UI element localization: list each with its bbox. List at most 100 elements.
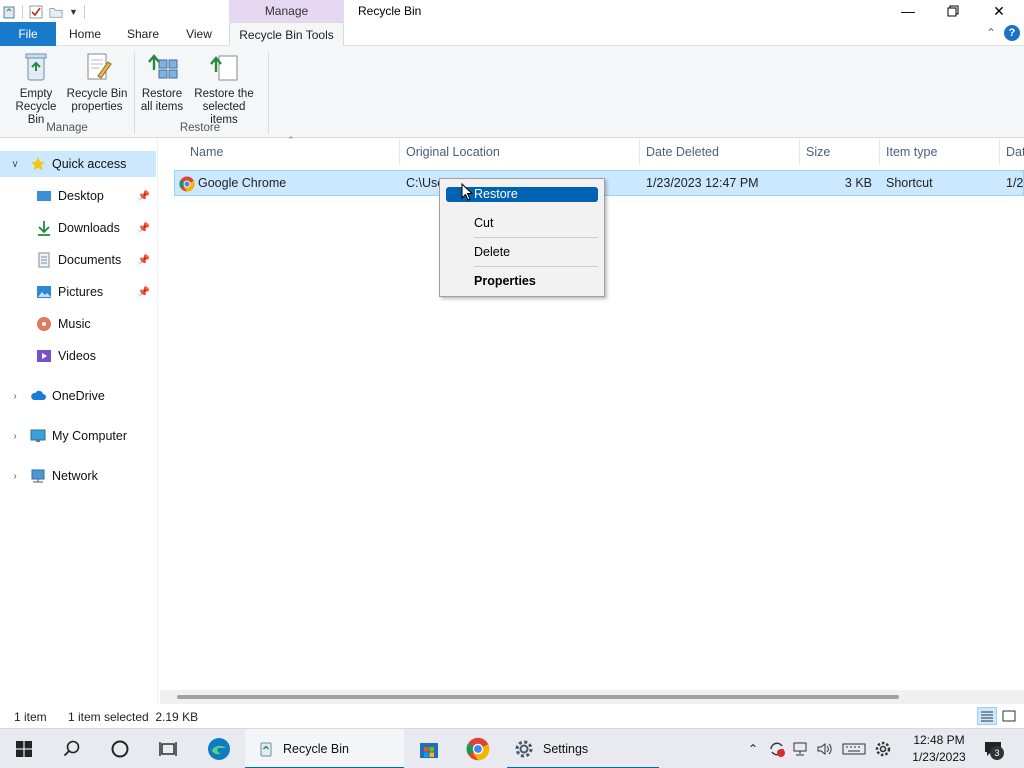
pin-icon[interactable]: 📌	[138, 191, 150, 202]
settings-taskbar-button[interactable]: Settings	[507, 729, 659, 768]
nav-label: Quick access	[52, 157, 127, 171]
pin-icon[interactable]: 📌	[138, 287, 150, 298]
empty-recycle-bin-label-1: Empty	[19, 88, 53, 100]
chrome-icon	[179, 176, 195, 192]
download-arrow-icon	[38, 221, 50, 236]
menu-divider	[474, 237, 598, 238]
edge-icon	[208, 738, 230, 760]
restore-all-label-1: Restore	[141, 88, 183, 100]
file-date-extra: 1/2	[1006, 176, 1024, 190]
sync-error-icon[interactable]	[768, 740, 786, 758]
show-hidden-icons-chevron-icon[interactable]: ⌃	[748, 742, 758, 756]
quick-access-toolbar: ▼	[2, 3, 85, 21]
recycle-bin-properties-button[interactable]: Recycle Bin properties	[66, 50, 128, 114]
settings-tray-gear-icon[interactable]	[874, 740, 892, 758]
tab-file[interactable]: File	[0, 22, 56, 46]
nav-item-onedrive[interactable]: › OneDrive	[0, 383, 156, 409]
nav-item-network[interactable]: › Network	[0, 463, 156, 489]
large-icons-view-icon	[1002, 710, 1016, 722]
expand-chevron-icon[interactable]: ›	[8, 471, 22, 482]
collapse-chevron-icon[interactable]: ∨	[8, 159, 22, 170]
clock-time: 12:48 PM	[913, 733, 965, 747]
tab-recycle-bin-tools[interactable]: Recycle Bin Tools	[229, 22, 344, 47]
mouse-pointer-icon	[461, 183, 473, 201]
nav-item-desktop[interactable]: Desktop 📌	[0, 183, 156, 209]
clock[interactable]: 12:48 PM 1/23/2023	[905, 732, 973, 766]
music-icon	[37, 317, 51, 331]
videos-icon	[37, 350, 51, 362]
tab-view[interactable]: View	[178, 22, 220, 46]
details-view-button[interactable]	[977, 707, 997, 725]
ribbon-tab-bar: File Home Share View Recycle Bin Tools ⌃…	[0, 22, 1024, 47]
nav-item-downloads[interactable]: Downloads 📌	[0, 215, 156, 241]
nav-item-pictures[interactable]: Pictures 📌	[0, 279, 156, 305]
nav-label: Documents	[58, 253, 122, 267]
network-tray-icon[interactable]	[792, 740, 810, 758]
expand-chevron-icon[interactable]: ›	[8, 431, 22, 442]
navigation-pane: ∨ Quick access Desktop 📌 Downloads 📌 Doc…	[0, 139, 158, 704]
column-header-original-location[interactable]: Original Location	[400, 139, 640, 165]
nav-item-documents[interactable]: Documents 📌	[0, 247, 156, 273]
file-size: 3 KB	[844, 176, 872, 190]
collapse-ribbon-chevron-icon[interactable]: ⌃	[986, 26, 996, 40]
pin-icon[interactable]: 📌	[138, 223, 150, 234]
column-header-date[interactable]: Dat	[1000, 139, 1024, 165]
ribbon: Empty Recycle Bin Recycle Bin properties…	[0, 46, 1024, 138]
computer-icon	[30, 429, 46, 442]
restore-window-button[interactable]	[930, 0, 976, 22]
customize-toolbar-chevron-icon[interactable]: ▼	[69, 7, 78, 17]
keyboard-icon[interactable]	[842, 740, 866, 758]
column-header-item-type[interactable]: Item type	[880, 139, 1000, 165]
close-button[interactable]: ✕	[976, 0, 1022, 22]
minimize-button[interactable]: —	[885, 0, 931, 22]
store-taskbar-button[interactable]	[406, 729, 452, 768]
pin-icon[interactable]: 📌	[138, 255, 150, 266]
chrome-taskbar-button[interactable]	[454, 729, 502, 768]
recycle-bin-icon	[260, 742, 272, 757]
notification-count-badge: 3	[990, 746, 1004, 760]
taskbar-label-settings: Settings	[543, 742, 589, 756]
ribbon-group-divider	[268, 52, 269, 134]
menu-divider	[474, 266, 598, 267]
start-button[interactable]	[0, 729, 48, 768]
column-header-date-deleted[interactable]: Date Deleted	[640, 139, 800, 165]
restore-selected-items-button[interactable]: Restore the selected items	[188, 50, 260, 127]
large-icons-view-button[interactable]	[999, 707, 1019, 725]
help-icon[interactable]: ?	[1004, 25, 1020, 41]
window-title: Recycle Bin	[358, 4, 422, 18]
menu-item-cut[interactable]: Cut	[446, 212, 598, 234]
desktop-icon	[37, 191, 51, 201]
nav-label: My Computer	[52, 429, 128, 443]
new-folder-icon[interactable]	[49, 5, 63, 19]
tab-share[interactable]: Share	[120, 22, 166, 46]
chrome-icon	[466, 737, 490, 761]
nav-item-my-computer[interactable]: › My Computer	[0, 423, 156, 449]
pictures-icon	[37, 286, 51, 298]
clock-date: 1/23/2023	[912, 750, 966, 764]
volume-icon[interactable]	[816, 740, 834, 758]
nav-label: OneDrive	[52, 389, 105, 403]
recycle-bin-properties-label-2: properties	[71, 101, 123, 113]
horizontal-scrollbar-thumb[interactable]	[177, 695, 899, 699]
column-header-name[interactable]: Name	[184, 139, 400, 165]
cloud-icon	[31, 390, 46, 400]
recycle-bin-taskbar-button[interactable]: Recycle Bin	[245, 729, 404, 768]
ribbon-group-divider	[134, 52, 135, 134]
expand-chevron-icon[interactable]: ›	[8, 391, 22, 402]
empty-recycle-bin-button[interactable]: Empty Recycle Bin	[6, 50, 66, 127]
properties-check-icon[interactable]	[29, 5, 43, 19]
menu-item-properties[interactable]: Properties	[446, 270, 598, 292]
restore-all-items-button[interactable]: Restore all items	[138, 50, 186, 114]
nav-item-videos[interactable]: Videos	[0, 343, 156, 369]
search-button[interactable]	[48, 729, 96, 768]
tab-home[interactable]: Home	[60, 22, 110, 46]
cortana-button[interactable]	[96, 729, 144, 768]
restore-window-icon	[947, 5, 959, 17]
menu-item-delete[interactable]: Delete	[446, 241, 598, 263]
task-view-button[interactable]	[144, 729, 192, 768]
nav-item-music[interactable]: Music	[0, 311, 156, 337]
nav-item-quick-access[interactable]: ∨ Quick access	[0, 151, 156, 177]
cortana-circle-icon	[111, 740, 129, 758]
column-header-size[interactable]: Size	[800, 139, 880, 165]
edge-taskbar-button[interactable]	[196, 729, 242, 768]
